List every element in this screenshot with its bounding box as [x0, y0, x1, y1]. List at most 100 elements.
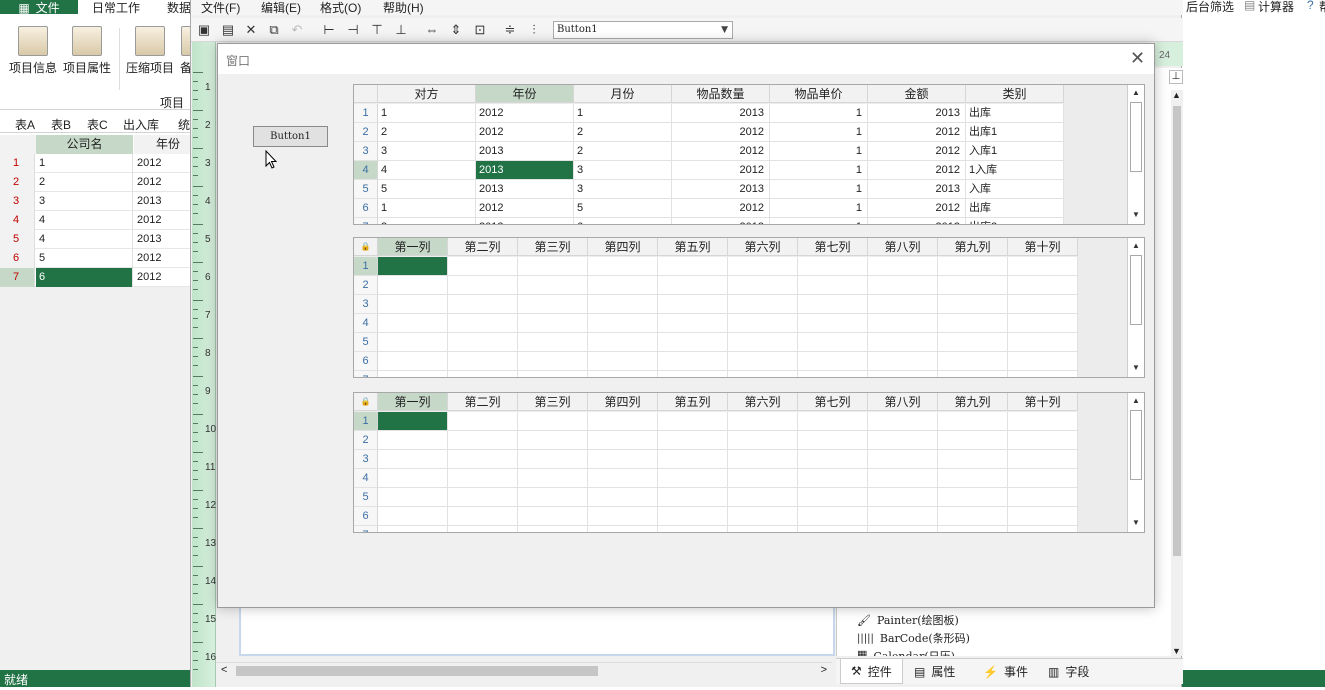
same-height-icon[interactable]: ⇕ — [449, 23, 463, 37]
column-header[interactable]: 第六列 — [728, 238, 798, 256]
table-cell[interactable] — [518, 431, 588, 450]
table-cell[interactable] — [868, 469, 938, 488]
table-cell[interactable] — [938, 333, 1008, 352]
table-cell[interactable] — [1008, 507, 1078, 526]
table-cell[interactable] — [868, 257, 938, 276]
table-cell[interactable]: 2 — [574, 142, 672, 161]
table-cell[interactable] — [378, 295, 448, 314]
table-cell[interactable] — [588, 276, 658, 295]
data-grid-1[interactable]: 对方 年份 月份 物品数量 物品单价 金额 类别 1 1 2012 1 2013 1 2013 出库 2 2 20… — [353, 84, 1145, 225]
vertical-scrollbar[interactable]: ▲ ▼ — [1127, 393, 1144, 532]
column-header[interactable]: 第七列 — [798, 238, 868, 256]
cell-year[interactable]: 2012 — [134, 211, 192, 230]
table-cell[interactable] — [518, 469, 588, 488]
column-header[interactable]: 第八列 — [868, 238, 938, 256]
table-cell[interactable] — [448, 257, 518, 276]
table-cell[interactable] — [868, 450, 938, 469]
table-cell[interactable] — [1008, 276, 1078, 295]
table-cell[interactable] — [938, 526, 1008, 532]
table-cell[interactable]: 2013 — [868, 180, 966, 199]
table-cell[interactable] — [448, 314, 518, 333]
column-header[interactable]: 第三列 — [518, 238, 588, 256]
scroll-down-icon[interactable]: ▼ — [1128, 360, 1144, 376]
table-cell[interactable] — [588, 450, 658, 469]
table-cell[interactable] — [658, 371, 728, 377]
column-header[interactable]: 第七列 — [798, 393, 868, 411]
table-cell[interactable]: 出库 — [966, 104, 1064, 123]
project-info-button[interactable]: 项目信息 — [9, 26, 57, 76]
table-cell[interactable] — [448, 352, 518, 371]
table-cell[interactable] — [448, 488, 518, 507]
row-header[interactable]: 7 — [354, 218, 378, 224]
table-cell[interactable] — [868, 295, 938, 314]
table-cell[interactable] — [868, 412, 938, 431]
table-row[interactable]: 4 4 2012 — [0, 211, 192, 230]
table-cell[interactable]: 2013 — [672, 218, 770, 224]
table-cell[interactable] — [658, 295, 728, 314]
table-cell[interactable] — [588, 295, 658, 314]
table-cell[interactable] — [728, 314, 798, 333]
table-cell[interactable] — [448, 333, 518, 352]
table-cell[interactable] — [378, 371, 448, 377]
column-header[interactable]: 第四列 — [588, 393, 658, 411]
row-header[interactable]: 3 — [354, 142, 378, 161]
table-cell[interactable]: 2013 — [672, 180, 770, 199]
column-header[interactable]: 第五列 — [658, 393, 728, 411]
table-row[interactable]: 1 1 2012 — [0, 154, 192, 173]
scroll-up-icon[interactable]: ▲ — [1172, 90, 1181, 100]
table-cell[interactable] — [1008, 488, 1078, 507]
table-cell[interactable] — [1008, 469, 1078, 488]
table-cell[interactable] — [938, 431, 1008, 450]
table-row[interactable]: 7 6 2012 — [0, 268, 192, 287]
data-grid-2[interactable]: 🔒第一列第二列第三列第四列第五列第六列第七列第八列第九列第十列1234567▲▼ — [353, 237, 1145, 378]
table-cell[interactable]: 2012 — [672, 199, 770, 218]
cell-year[interactable]: 2012 — [134, 268, 192, 287]
table-cell[interactable] — [938, 295, 1008, 314]
table-cell[interactable] — [378, 314, 448, 333]
vertical-spacing-icon[interactable]: ≑ — [503, 23, 517, 37]
table-cell[interactable]: 2013 — [476, 161, 574, 180]
tab-controls[interactable]: ⚒ 控件 — [840, 659, 903, 684]
table-cell[interactable]: 2013 — [672, 104, 770, 123]
cell-company[interactable]: 1 — [36, 154, 133, 173]
table-cell[interactable] — [798, 450, 868, 469]
table-cell[interactable] — [588, 412, 658, 431]
save-icon[interactable]: ▣ — [197, 23, 211, 37]
scroll-up-icon[interactable]: ▲ — [1128, 238, 1144, 254]
close-icon[interactable]: ✕ — [1130, 48, 1145, 69]
toolbox-scrollbar[interactable]: ▲ ▼ — [1171, 90, 1183, 656]
table-cell[interactable] — [798, 314, 868, 333]
menu-edit[interactable]: 编辑(E) — [261, 0, 301, 16]
scroll-down-icon[interactable]: ▼ — [1128, 515, 1144, 531]
table-cell[interactable] — [728, 371, 798, 377]
column-header[interactable]: 第一列 — [378, 393, 448, 411]
toolbox-item-painter[interactable]: 🖌 Painter(绘图板) — [857, 612, 959, 628]
toolbox-item-barcode[interactable]: ||||| BarCode(条形码) — [857, 630, 970, 646]
table-cell[interactable]: 2013 — [868, 218, 966, 224]
table-cell[interactable]: 2013 — [476, 142, 574, 161]
scroll-right-icon[interactable]: > — [821, 664, 827, 676]
table-cell[interactable] — [448, 469, 518, 488]
table-cell[interactable]: 2 — [378, 218, 476, 224]
table-cell[interactable] — [658, 257, 728, 276]
table-cell[interactable] — [588, 371, 658, 377]
align-top-icon[interactable]: ⊤ — [370, 23, 384, 37]
row-header[interactable]: 2 — [354, 276, 378, 295]
cell-company[interactable]: 6 — [36, 268, 133, 287]
column-header[interactable]: 金额 — [868, 85, 966, 103]
table-cell[interactable] — [798, 295, 868, 314]
table-cell[interactable] — [448, 371, 518, 377]
cell-company[interactable]: 5 — [36, 249, 133, 268]
tab-properties[interactable]: ▤ 属性 — [914, 663, 955, 680]
table-cell[interactable] — [798, 488, 868, 507]
table-cell[interactable] — [518, 276, 588, 295]
pin-icon[interactable]: ⊥ — [1169, 70, 1183, 84]
table-cell[interactable] — [1008, 450, 1078, 469]
table-cell[interactable] — [868, 333, 938, 352]
table-cell[interactable] — [1008, 333, 1078, 352]
table-cell[interactable]: 2012 — [476, 199, 574, 218]
table-cell[interactable]: 2012 — [868, 161, 966, 180]
background-filter-link[interactable]: 后台筛选 — [1186, 0, 1234, 15]
horizontal-scrollbar[interactable]: < > — [216, 662, 832, 679]
column-header[interactable]: 第四列 — [588, 238, 658, 256]
